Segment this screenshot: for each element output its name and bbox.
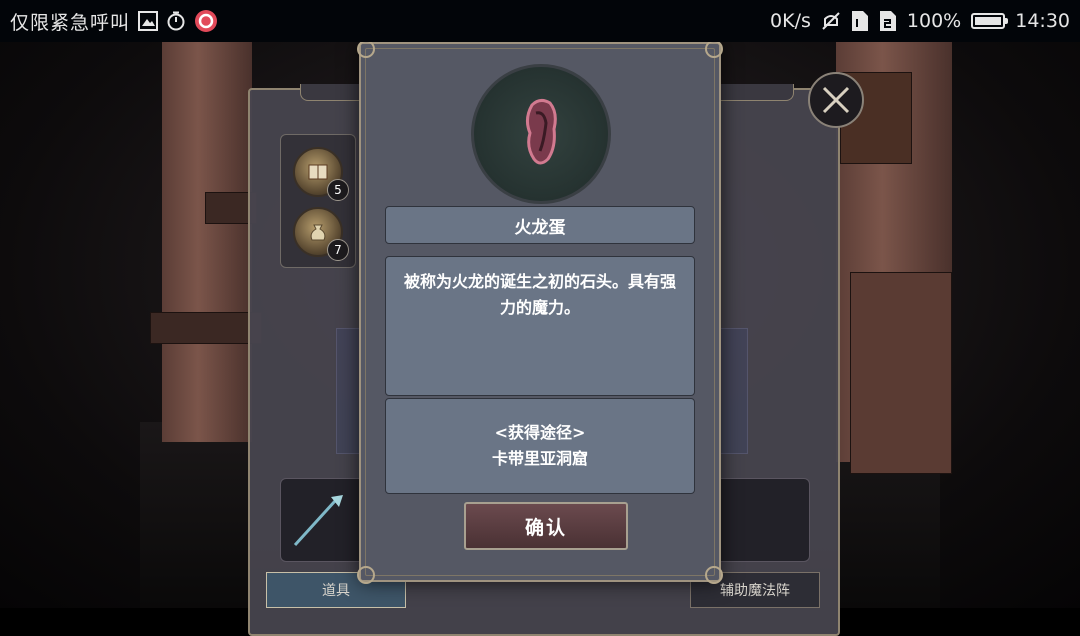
carrier-text: 仅限紧急呼叫 [10, 11, 131, 34]
slot-count: 5 [327, 179, 349, 201]
frame-corner [705, 40, 723, 58]
timer-icon [166, 11, 186, 31]
close-button[interactable] [808, 72, 864, 128]
right-cabinet [850, 272, 952, 474]
frame-corner [705, 566, 723, 584]
left-shelf [150, 312, 262, 344]
item-detail-dialog: 火龙蛋 被称为火龙的诞生之初的石头。具有强力的魔力。 <获得途径> 卡带里亚洞窟… [357, 40, 723, 584]
gallery-icon [138, 11, 159, 31]
item-name: 火龙蛋 [385, 206, 695, 244]
source-title: <获得途径> [494, 423, 586, 442]
left-wall [162, 42, 252, 442]
frame-corner [357, 566, 375, 584]
close-icon [822, 86, 850, 114]
battery-percent: 100% [906, 10, 962, 32]
battery-icon [971, 13, 1009, 29]
status-bar: 仅限紧急呼叫 0K/s 100% 14:30 [0, 0, 1080, 42]
inventory-slot[interactable]: 5 [293, 147, 349, 201]
source-value: 卡带里亚洞窟 [491, 449, 588, 468]
item-portrait [471, 64, 611, 204]
spellbook-icon [307, 161, 329, 183]
item-description: 被称为火龙的诞生之初的石头。具有强力的魔力。 [385, 256, 695, 396]
confirm-button[interactable]: 确认 [464, 502, 628, 550]
app-notification-icon [194, 9, 218, 33]
sim1-icon [851, 10, 869, 32]
tab-support-label: 辅助魔法阵 [720, 583, 790, 599]
item-slot-group: 5 7 [280, 134, 356, 268]
item-source: <获得途径> 卡带里亚洞窟 [385, 398, 695, 494]
net-speed: 0K/s [770, 10, 811, 32]
frame-corner [357, 40, 375, 58]
inventory-slot[interactable]: 7 [293, 207, 349, 261]
pouch-icon [307, 221, 329, 243]
spear-icon [291, 493, 351, 549]
slot-count: 7 [327, 239, 349, 261]
clock: 14:30 [1015, 10, 1070, 32]
mute-icon [821, 11, 841, 31]
tab-items-label: 道具 [322, 583, 350, 599]
sim2-icon [879, 10, 897, 32]
fire-dragon-egg-icon [525, 98, 557, 165]
